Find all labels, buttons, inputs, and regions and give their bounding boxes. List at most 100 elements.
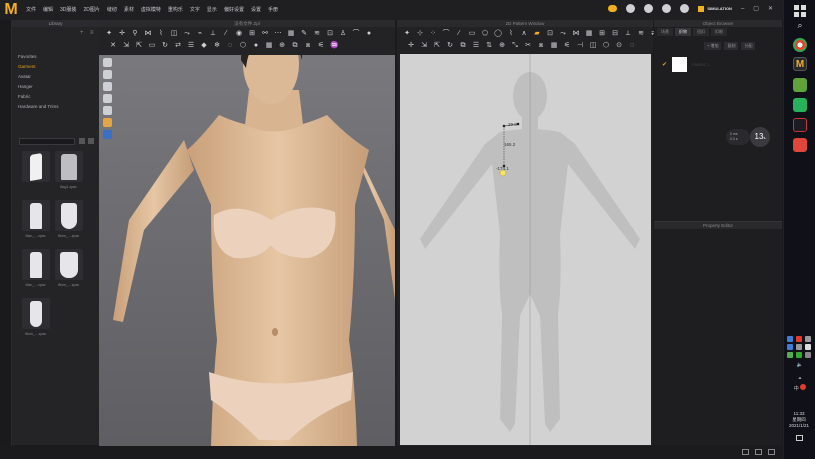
segment-icon[interactable]: ⁄ [455,30,463,38]
transform-tool-icon[interactable]: ✕ [109,42,117,50]
more-icon[interactable]: ≡ [90,30,94,36]
morph-tool-icon[interactable]: ♒ [330,42,339,50]
folder-open-icon[interactable]: ▰ [533,30,541,38]
edit-pattern-icon[interactable]: ◫ [170,30,178,38]
layout-single-icon[interactable] [742,449,749,455]
library-thumbnail[interactable] [19,151,52,195]
app-icon-green[interactable] [793,78,807,92]
library-search-input[interactable] [19,138,75,145]
polygon-icon[interactable]: ⬠ [481,30,489,38]
copy-2d-icon[interactable]: ⧉ [459,42,467,50]
tack-tool-icon[interactable]: ⋈ [144,30,152,38]
topstitch-tool-icon[interactable]: ⋯ [274,30,282,38]
flatten-tool-icon[interactable]: ▭ [148,42,156,50]
pleat-icon[interactable]: ≋ [637,30,645,38]
texture-toggle-icon[interactable] [103,106,112,115]
app-icon-c-green[interactable] [793,98,807,112]
marvelous-designer-icon[interactable]: M [793,57,807,71]
menu-item[interactable]: 3D服装 [60,6,76,13]
rotate-tool-icon[interactable]: ↻ [161,42,169,50]
library-category[interactable]: Hanger [18,82,59,92]
curve-point-icon[interactable]: ⌒ [442,30,450,38]
ruler-2d-icon[interactable]: ⊣ [576,42,584,50]
puckering-tool-icon[interactable]: ≋ [313,30,321,38]
sewing-icon[interactable]: ⤳ [559,30,567,38]
tab-buttonhole[interactable]: 扣眼 [711,28,727,36]
paste-tool-icon[interactable]: ⧈ [304,42,312,50]
stretch-2d-icon[interactable]: ⇲ [420,42,428,50]
list-view-icon[interactable] [79,138,85,144]
graphic-tool-icon[interactable]: ✎ [300,30,308,38]
internal-line-icon[interactable]: ⌇ [507,30,515,38]
record-icon[interactable] [626,4,636,13]
chrome-icon[interactable] [793,38,807,52]
solidify-tool-icon[interactable]: ◆ [200,42,208,50]
show-pattern-icon[interactable] [103,94,112,103]
move-tool-icon[interactable]: ✛ [118,30,126,38]
fabric-tool-icon[interactable]: ▦ [287,30,295,38]
library-thumbnail[interactable]: Wom_....zpac [52,249,85,293]
add-point-icon[interactable]: ⁘ [429,30,437,38]
menu-item[interactable]: 2D图片 [83,6,99,13]
camera-home-icon[interactable] [103,58,112,67]
tray-app-icon[interactable] [805,336,811,342]
simulation-mode-toggle[interactable]: SIMULATION [698,5,732,12]
system-clock[interactable]: 11:33 星期四 2021/1/21 [783,411,815,441]
app-icon-c-red[interactable] [793,138,807,152]
network-icon[interactable]: ⚭ [787,376,813,382]
hide-2d-icon[interactable]: ◌ [628,42,636,50]
language-indicator[interactable]: 中 [794,386,799,392]
menu-item[interactable]: 虚拟模特 [141,6,161,13]
rectangle-icon[interactable]: ▭ [468,30,476,38]
menu-item[interactable]: 素材 [124,6,134,13]
check-sewing-icon[interactable]: ⋈ [572,30,580,38]
pattern-canvas[interactable]: 29.8 165.2 -174.1 [400,54,651,445]
offset-2d-icon[interactable]: ⊕ [498,42,506,50]
copy-tool-icon[interactable]: ⧉ [291,42,299,50]
copy-fabric-button[interactable]: 复制 [724,42,739,50]
render-toggle-icon[interactable] [103,130,112,139]
library-category[interactable]: Favorites [18,52,59,62]
library-category-selected[interactable]: Garment [18,62,59,72]
sew-tool-icon[interactable]: ⤳ [183,30,191,38]
strengthen-tool-icon[interactable]: ⬡ [239,42,247,50]
scale-2d-icon[interactable]: ⤡ [511,42,519,50]
seam-allowance-icon[interactable]: ⊟ [611,30,619,38]
menu-item[interactable]: 偏好设置 [224,6,244,13]
menu-item[interactable]: 设置 [251,6,261,13]
library-thumbnail[interactable]: Bag1.zpac [52,151,85,195]
grid-2d-icon[interactable]: ▦ [550,42,558,50]
fabric-2d-icon[interactable]: ▦ [585,30,593,38]
merge-2d-icon[interactable]: ⧈ [537,42,545,50]
layer-tool-icon[interactable]: ☰ [187,42,195,50]
shrink-2d-icon[interactable]: ⇱ [433,42,441,50]
layer-2d-icon[interactable]: ◫ [589,42,597,50]
fabric-list-item[interactable]: ✔ FABRIC 1 [662,57,710,72]
volume-icon[interactable]: 🔈 [787,362,813,368]
cloud-icon[interactable] [608,5,618,12]
trace-icon[interactable]: ⊡ [546,30,554,38]
lock-2d-icon[interactable]: ⬡ [602,42,610,50]
avatar-tool-icon[interactable]: ♙ [339,30,347,38]
fold-tool-icon[interactable]: ⌇ [157,30,165,38]
menu-item[interactable]: 文件 [26,6,36,13]
shrink-tool-icon[interactable]: ⇱ [135,42,143,50]
library-thumbnail[interactable]: Man_....zpac [19,249,52,293]
stretch-tool-icon[interactable]: ⇲ [122,42,130,50]
measure-tool-icon[interactable]: ⟂ [209,30,217,38]
user-icon[interactable] [680,4,690,13]
profile-icon[interactable] [644,4,654,13]
menu-item[interactable]: 重构乐 [168,6,183,13]
notification-icon[interactable] [795,435,803,441]
layout-full-icon[interactable] [768,449,775,455]
tab-button[interactable]: 纽扣 [693,28,709,36]
tab-scene[interactable]: 场景 [657,28,673,36]
dart-icon[interactable]: ∧ [520,30,528,38]
button-tool-icon[interactable]: ◉ [235,30,243,38]
line-tool-icon[interactable]: ⁄ [222,30,230,38]
transform-pattern-icon[interactable]: ✦ [403,30,411,38]
notch-icon[interactable]: ⟂ [624,30,632,38]
freeze-tool-icon[interactable]: ❄ [213,42,221,50]
windows-start-icon[interactable] [793,4,807,18]
tray-app-icon[interactable] [787,344,793,350]
